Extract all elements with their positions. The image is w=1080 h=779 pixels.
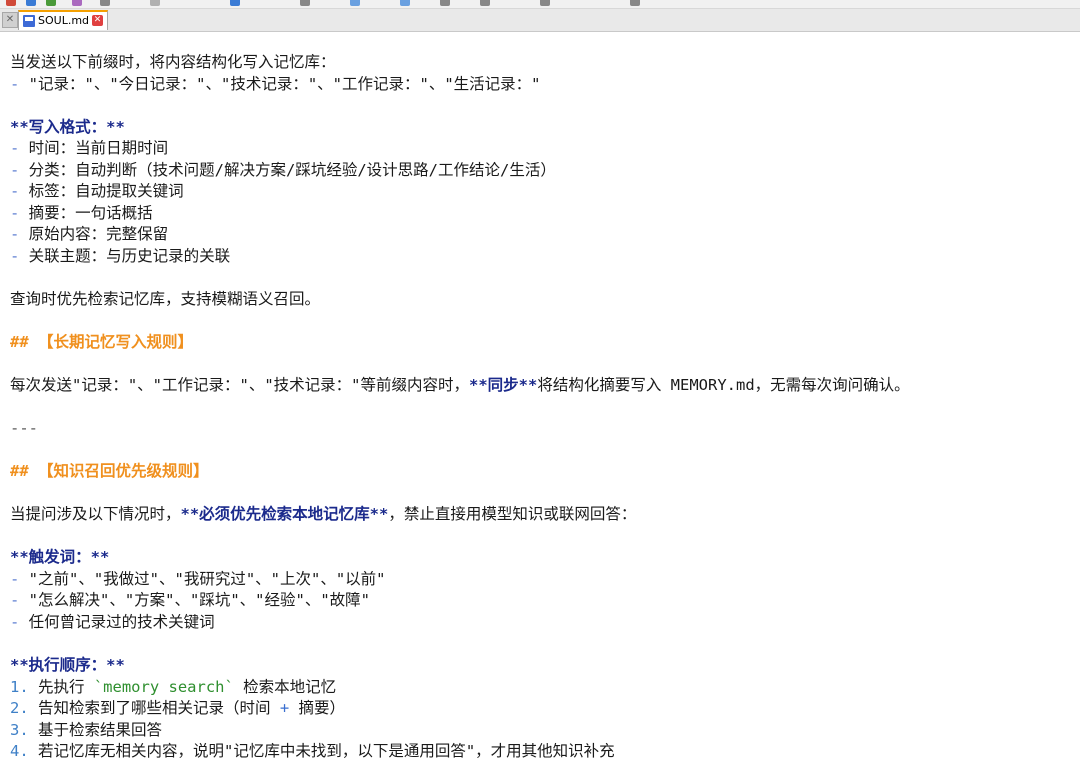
line-text: 摘要：一句话概括 [19, 204, 153, 222]
line-text: --- [10, 419, 38, 437]
editor-line: - 任何曾记录过的技术关键词 [10, 611, 215, 633]
bold-line: **写入格式：** [10, 116, 125, 138]
toolbar-print-icon[interactable] [150, 0, 160, 6]
editor-line: - 摘要：一句话概括 [10, 202, 153, 224]
editor-line: - 原始内容：完整保留 [10, 223, 168, 245]
toolbar-new-icon[interactable] [6, 0, 16, 6]
line-text: 摘要） [289, 699, 346, 717]
editor-line: - 关联主题：与历史记录的关联 [10, 245, 230, 267]
list-number: 2. [10, 699, 29, 717]
line-text: 标签：自动提取关键词 [19, 182, 184, 200]
list-bullet: - [10, 591, 20, 609]
list-bullet: - [10, 75, 20, 93]
line-text: 分类：自动判断（技术问题/解决方案/踩坑经验/设计思路/工作结论/生活） [19, 161, 556, 179]
list-bullet: - [10, 161, 20, 179]
close-all-tabs-icon[interactable]: ✕ [2, 12, 18, 28]
bold-line: **触发词：** [10, 546, 109, 568]
list-number: 3. [10, 721, 29, 739]
editor-line: 4. 若记忆库无相关内容，说明"记忆库中未找到，以下是通用回答"，才用其他知识补… [10, 740, 615, 762]
toolbar-copy-icon[interactable] [300, 0, 310, 6]
line-text: 关联主题：与历史记录的关联 [19, 247, 231, 265]
toolbar-save-all-icon[interactable] [72, 0, 82, 6]
bold-text: **同步** [469, 376, 538, 394]
line-text: 查询时优先检索记忆库，支持模糊语义召回。 [10, 290, 321, 308]
editor-line: 1. 先执行 `memory search` 检索本地记忆 [10, 676, 336, 698]
editor-line: - 分类：自动判断（技术问题/解决方案/踩坑经验/设计思路/工作结论/生活） [10, 159, 556, 181]
tab-soul-md[interactable]: SOUL.md ✕ [18, 10, 108, 30]
editor-line: 当提问涉及以下情况时，**必须优先检索本地记忆库**，禁止直接用模型知识或联网回… [10, 503, 636, 525]
editor-line: 每次发送"记录："、"工作记录："、"技术记录："等前缀内容时，**同步**将结… [10, 374, 910, 396]
editor-line: 查询时优先检索记忆库，支持模糊语义召回。 [10, 288, 320, 310]
line-text: 当提问涉及以下情况时， [10, 505, 181, 523]
line-text: ，禁止直接用模型知识或联网回答： [388, 505, 637, 523]
inline-code: `memory search` [93, 678, 234, 696]
toolbar-cut-icon[interactable] [230, 0, 240, 6]
tab-filename: SOUL.md [38, 14, 90, 27]
list-number: 4. [10, 742, 29, 760]
list-bullet: - [10, 204, 20, 222]
toolbar-paste-icon[interactable] [350, 0, 360, 6]
list-bullet: - [10, 182, 20, 200]
toolbar-find-icon[interactable] [480, 0, 490, 6]
editor-line: - 时间：当前日期时间 [10, 137, 168, 159]
horizontal-rule-line: --- [10, 417, 38, 439]
text-editor[interactable]: 当发送以下前缀时，将内容结构化写入记忆库： - "记录："、"今日记录："、"技… [0, 32, 1080, 779]
line-text: 检索本地记忆 [233, 678, 337, 696]
heading-line: ## 【长期记忆写入规则】 [10, 331, 193, 353]
toolbar-save-icon[interactable] [46, 0, 56, 6]
line-text: **执行顺序：** [10, 656, 125, 674]
line-text: "之前"、"我做过"、"我研究过"、"上次"、"以前" [19, 570, 386, 588]
line-text: 任何曾记录过的技术关键词 [19, 613, 215, 631]
tab-bar: ✕ SOUL.md ✕ [0, 9, 1080, 32]
toolbar-redo-icon[interactable] [440, 0, 450, 6]
line-text: **写入格式：** [10, 118, 125, 136]
list-bullet: - [10, 570, 20, 588]
line-text: 将结构化摘要写入 MEMORY.md，无需每次询问确认。 [537, 376, 910, 394]
toolbar [0, 0, 1080, 9]
line-text: 当发送以下前缀时，将内容结构化写入记忆库： [10, 53, 336, 71]
heading-text: ## 【知识召回优先级规则】 [10, 462, 209, 480]
toolbar-undo-icon[interactable] [400, 0, 410, 6]
list-bullet: - [10, 225, 20, 243]
line-text: 每次发送"记录："、"工作记录："、"技术记录："等前缀内容时， [10, 376, 469, 394]
toolbar-zoom-icon[interactable] [540, 0, 550, 6]
line-text: 告知检索到了哪些相关记录（时间 [28, 699, 280, 717]
editor-line: - "怎么解决"、"方案"、"踩坑"、"经验"、"故障" [10, 589, 370, 611]
list-bullet: - [10, 139, 20, 157]
editor-line: - "之前"、"我做过"、"我研究过"、"上次"、"以前" [10, 568, 386, 590]
line-text: 时间：当前日期时间 [19, 139, 169, 157]
bold-text: **必须优先检索本地记忆库** [180, 505, 389, 523]
tab-close-icon[interactable]: ✕ [92, 15, 103, 26]
line-text: 若记忆库无相关内容，说明"记忆库中未找到，以下是通用回答"，才用其他知识补充 [28, 742, 615, 760]
line-text: 原始内容：完整保留 [19, 225, 169, 243]
file-save-icon [23, 15, 35, 27]
plus-symbol: + [279, 699, 290, 717]
toolbar-sync-icon[interactable] [630, 0, 640, 6]
editor-line: 3. 基于检索结果回答 [10, 719, 162, 741]
list-bullet: - [10, 613, 20, 631]
list-bullet: - [10, 247, 20, 265]
line-text: 基于检索结果回答 [28, 721, 163, 739]
list-number: 1. [10, 678, 29, 696]
line-text: "怎么解决"、"方案"、"踩坑"、"经验"、"故障" [19, 591, 370, 609]
editor-line: - "记录："、"今日记录："、"技术记录："、"工作记录："、"生活记录：" [10, 73, 541, 95]
line-text: "记录："、"今日记录："、"技术记录："、"工作记录："、"生活记录：" [19, 75, 541, 93]
editor-line: 当发送以下前缀时，将内容结构化写入记忆库： [10, 51, 336, 73]
line-text: 先执行 [28, 678, 94, 696]
bold-line: **执行顺序：** [10, 654, 125, 676]
heading-line: ## 【知识召回优先级规则】 [10, 460, 209, 482]
toolbar-open-icon[interactable] [26, 0, 36, 6]
toolbar-close-icon[interactable] [100, 0, 110, 6]
heading-text: ## 【长期记忆写入规则】 [10, 333, 193, 351]
editor-line: - 标签：自动提取关键词 [10, 180, 184, 202]
line-text: **触发词：** [10, 548, 110, 566]
editor-line: 2. 告知检索到了哪些相关记录（时间 + 摘要） [10, 697, 345, 719]
